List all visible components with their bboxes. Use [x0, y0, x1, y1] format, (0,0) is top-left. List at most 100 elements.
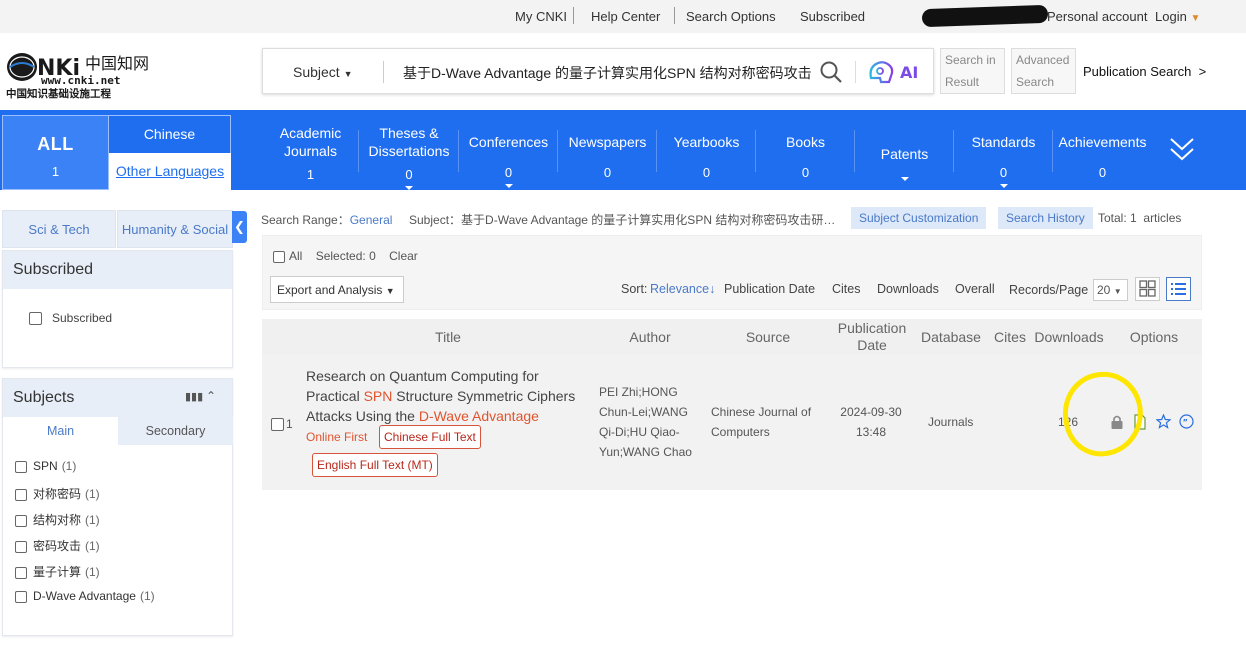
divider — [855, 61, 856, 83]
subscribed-filter-label: Subscribed — [52, 311, 113, 325]
collapse-sidebar-icon[interactable]: ❮ — [232, 211, 247, 243]
english-full-text-button[interactable]: English Full Text (MT) — [312, 453, 438, 477]
checkbox[interactable] — [29, 312, 42, 326]
clear-button[interactable]: Clear — [389, 249, 418, 263]
tab-secondary[interactable]: Secondary — [118, 417, 233, 445]
search-subject-value: 基于D-Wave Advantage 的量子计算实用化SPN 结构对称密码攻击研… — [461, 213, 836, 227]
category-label: Yearbooks — [673, 134, 740, 150]
tab-yearbooks[interactable]: Yearbooks 0 — [657, 110, 756, 190]
tab-all-label: ALL — [37, 134, 74, 154]
checkbox[interactable] — [15, 514, 27, 527]
list-view-icon[interactable] — [1166, 277, 1191, 301]
records-per-page-select[interactable]: 20 ▼ — [1093, 279, 1128, 301]
discipline-tabs: Sci & Tech Humanity & Social — [2, 210, 233, 248]
tab-main[interactable]: Main — [3, 417, 118, 445]
database-cell: Journals — [928, 415, 974, 429]
row-select[interactable]: 1 — [271, 417, 293, 432]
caret-down-icon: ▼ — [343, 69, 353, 79]
subscribed-filter[interactable]: Subscribed — [29, 311, 113, 326]
cnki-logo-icon: NKi 中国知网 www.cnki.net 中国知识基础设施工程 — [6, 53, 149, 100]
select-all-checkbox[interactable] — [273, 250, 285, 263]
column-publication-date[interactable]: Publication Date — [828, 320, 916, 354]
source-link[interactable]: Chinese Journal of Computers — [711, 402, 821, 442]
checkbox[interactable] — [15, 590, 27, 603]
facet-item[interactable]: SPN (1) — [15, 459, 76, 473]
login-link[interactable]: Login ▼ — [1155, 9, 1200, 24]
search-options-link[interactable]: Search Options — [686, 9, 776, 24]
tab-theses-dissertations[interactable]: Theses & Dissertations 0 — [359, 110, 459, 190]
tab-patents[interactable]: Patents — [855, 110, 954, 190]
favorite-star-icon[interactable] — [1155, 413, 1172, 434]
sort-relevance[interactable]: Relevance↓ — [650, 282, 715, 296]
my-cnki-link[interactable]: My CNKI — [515, 9, 567, 24]
grid-view-icon[interactable] — [1135, 277, 1160, 301]
column-cites[interactable]: Cites — [991, 329, 1029, 345]
tab-standards[interactable]: Standards 0 — [954, 110, 1053, 190]
publication-search-link[interactable]: Publication Search > — [1083, 64, 1206, 79]
search-history-button[interactable]: Search History — [998, 207, 1093, 229]
tab-books[interactable]: Books 0 — [756, 110, 855, 190]
sort-cites[interactable]: Cites — [832, 282, 860, 296]
facet-item[interactable]: D-Wave Advantage (1) — [15, 589, 155, 603]
selected-count: 0 — [369, 249, 376, 263]
chevron-up-icon[interactable]: ⌃ — [206, 378, 216, 415]
search-in-result-button[interactable]: Search in Result — [940, 48, 1005, 94]
category-count: 0 — [603, 165, 612, 180]
tab-all[interactable]: ALL 1 — [2, 115, 108, 190]
export-analysis-dropdown[interactable]: Export and Analysis ▼ — [270, 276, 404, 303]
tab-conferences[interactable]: Conferences 0 — [459, 110, 558, 190]
sort-overall[interactable]: Overall — [955, 282, 995, 296]
checkbox[interactable] — [271, 418, 284, 432]
expand-categories-icon[interactable] — [1168, 134, 1196, 169]
author-list[interactable]: PEI Zhi;HONG Chun-Lei;WANG Qi-Di;HU Qiao… — [599, 382, 699, 462]
bar-chart-icon[interactable]: ▮▮▮ — [185, 379, 203, 416]
search-range-value[interactable]: General — [350, 213, 393, 227]
title-highlight: D-Wave Advantage — [418, 408, 539, 424]
tab-other-languages[interactable]: Other Languages — [109, 153, 231, 191]
publication-date-time: 13:48 — [855, 425, 887, 439]
tab-academic-journals[interactable]: Academic Journals 1 — [262, 110, 359, 190]
tab-sci-tech[interactable]: Sci & Tech — [2, 210, 116, 248]
facet-count: (1) — [85, 487, 100, 501]
checkbox[interactable] — [15, 460, 27, 473]
facet-item[interactable]: 密码攻击 (1) — [15, 537, 100, 554]
chinese-full-text-button[interactable]: Chinese Full Text — [379, 425, 481, 449]
tab-humanity-social[interactable]: Humanity & Social — [117, 210, 233, 248]
facet-item[interactable]: 对称密码 (1) — [15, 485, 100, 502]
sort-publication-date[interactable]: Publication Date — [724, 282, 815, 296]
search-input[interactable]: 基于D-Wave Advantage 的量子计算实用化SPN 结构对称密码攻击 — [403, 63, 812, 83]
search-icon[interactable] — [819, 60, 843, 89]
tab-achievements[interactable]: Achievements 0 — [1053, 110, 1152, 190]
online-first-tag: Online First — [306, 430, 368, 444]
search-field-select[interactable]: Subject ▼ — [293, 64, 353, 80]
personal-account-link[interactable]: Personal account — [1047, 9, 1147, 24]
cnki-logo[interactable]: NKi 中国知网 www.cnki.net 中国知识基础设施工程 — [5, 47, 161, 101]
facet-item[interactable]: 量子计算 (1) — [15, 563, 100, 580]
category-label: Dissertations — [368, 143, 450, 159]
result-title-link[interactable]: Research on Quantum Computing for Practi… — [306, 366, 596, 426]
category-label: Conferences — [468, 134, 549, 150]
subscribed-link[interactable]: Subscribed — [800, 9, 865, 24]
checkbox[interactable] — [15, 488, 27, 501]
column-title[interactable]: Title — [412, 329, 484, 345]
subject-customization-button[interactable]: Subject Customization — [851, 207, 987, 229]
column-downloads[interactable]: Downloads — [1031, 329, 1107, 345]
cite-quote-icon[interactable]: ” — [1179, 414, 1194, 434]
advanced-search-button[interactable]: Advanced Search — [1011, 48, 1076, 94]
ai-button[interactable]: AI — [867, 58, 925, 91]
category-count: 0 — [999, 165, 1008, 180]
tab-chinese[interactable]: Chinese — [109, 116, 230, 153]
subjects-panel: Subjects ▮▮▮ ⌃ Main Secondary SPN (1) 对称密… — [2, 378, 233, 636]
caret-down-icon — [999, 184, 1008, 188]
checkbox[interactable] — [15, 540, 27, 553]
column-publication-date-label-1: Publication — [837, 320, 907, 336]
category-label: Newspapers — [568, 134, 647, 150]
facet-item[interactable]: 结构对称 (1) — [15, 511, 100, 528]
search-in-result-label-1: Search in — [945, 53, 996, 67]
checkbox[interactable] — [15, 566, 27, 579]
sort-downloads[interactable]: Downloads — [877, 282, 939, 296]
tab-newspapers[interactable]: Newspapers 0 — [558, 110, 657, 190]
help-center-link[interactable]: Help Center — [591, 9, 660, 24]
records-per-page-label: Records/Page — [1009, 283, 1089, 297]
category-label: Journals — [284, 143, 337, 159]
